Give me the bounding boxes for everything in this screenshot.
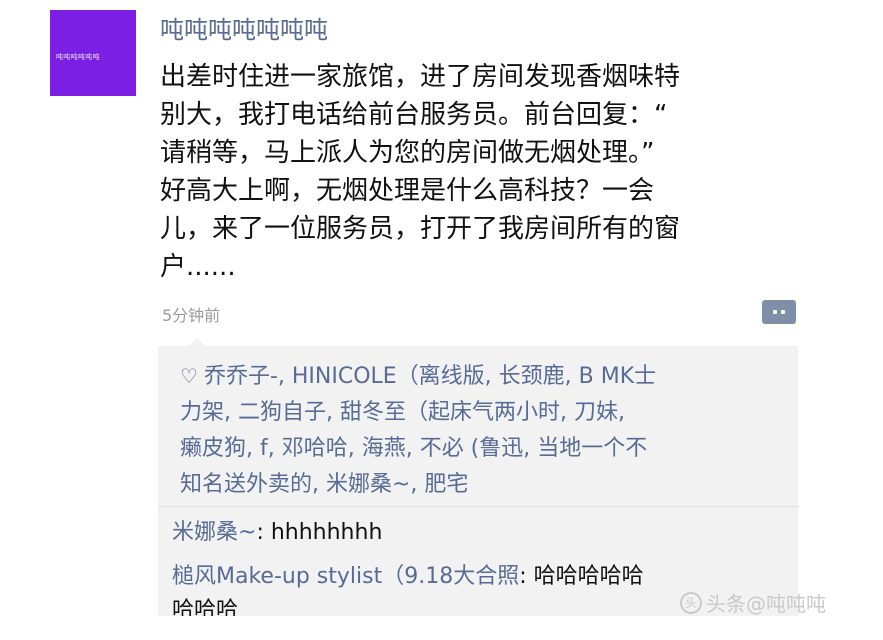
comment-panel: ♡ 乔乔子-, HINICOLE（离线版, 长颈鹿, B MK士 力架, 二狗自子…	[158, 346, 798, 616]
comment-dot	[773, 310, 777, 314]
comment-dot	[781, 310, 785, 314]
likes-line[interactable]: 知名送外卖的, 米娜桑~, 肥宅	[180, 467, 790, 503]
likes-line[interactable]: ♡ 乔乔子-, HINICOLE（离线版, 长颈鹿, B MK士	[180, 358, 790, 395]
comment-author[interactable]: 槌风Make-up stylist（9.18大合照	[172, 564, 519, 589]
watermark-logo-icon: 头	[680, 591, 702, 614]
post-timestamp: 5分钟前	[162, 306, 221, 325]
post-text-line: 儿，来了一位服务员，打开了我房间所有的窗	[160, 214, 681, 244]
likes-list: ♡ 乔乔子-, HINICOLE（离线版, 长颈鹿, B MK士 力架, 二狗自子…	[180, 358, 790, 503]
likes-line-text: 乔乔子-, HINICOLE（离线版, 长颈鹿, B MK士	[203, 364, 657, 389]
heart-icon: ♡	[180, 364, 198, 388]
comment-text: : hhhhhhhh	[256, 520, 383, 545]
watermark: 头 头条@吨吨吨	[680, 588, 826, 617]
avatar[interactable]: 吨吨吨吨吨吨	[50, 10, 136, 96]
post-text-line: 户......	[160, 252, 236, 282]
post-text-line: 别大，我打电话给前台服务员。前台回复：“	[160, 100, 668, 130]
comment-author[interactable]: 米娜桑~	[172, 520, 256, 545]
post-text-line: 请稍等，马上派人为您的房间做无烟处理。”	[160, 138, 655, 168]
likes-line[interactable]: 力架, 二狗自子, 甜冬至（起床气两小时, 刀妹,	[180, 395, 790, 431]
avatar-label: 吨吨吨吨吨吨	[56, 53, 100, 61]
username[interactable]: 吨吨吨吨吨吨吨	[160, 10, 328, 45]
post-text-line: 好高大上啊，无烟处理是什么高科技？一会	[160, 176, 655, 206]
divider	[158, 506, 798, 507]
comment-text: : 哈哈哈哈哈	[519, 564, 644, 589]
post-text-line: 出差时住进一家旅馆，进了房间发现香烟味特	[160, 62, 681, 92]
watermark-text: 头条@吨吨吨	[706, 592, 826, 616]
comment-item[interactable]: 米娜桑~: hhhhhhhh	[172, 516, 382, 550]
post-text: 出差时住进一家旅馆，进了房间发现香烟味特 别大，我打电话给前台服务员。前台回复：…	[160, 58, 800, 286]
comment-bubble-icon[interactable]	[762, 300, 796, 324]
likes-line[interactable]: 癞皮狗, f, 邓哈哈, 海燕, 不必 (鲁迅, 当地一个不	[180, 431, 790, 467]
